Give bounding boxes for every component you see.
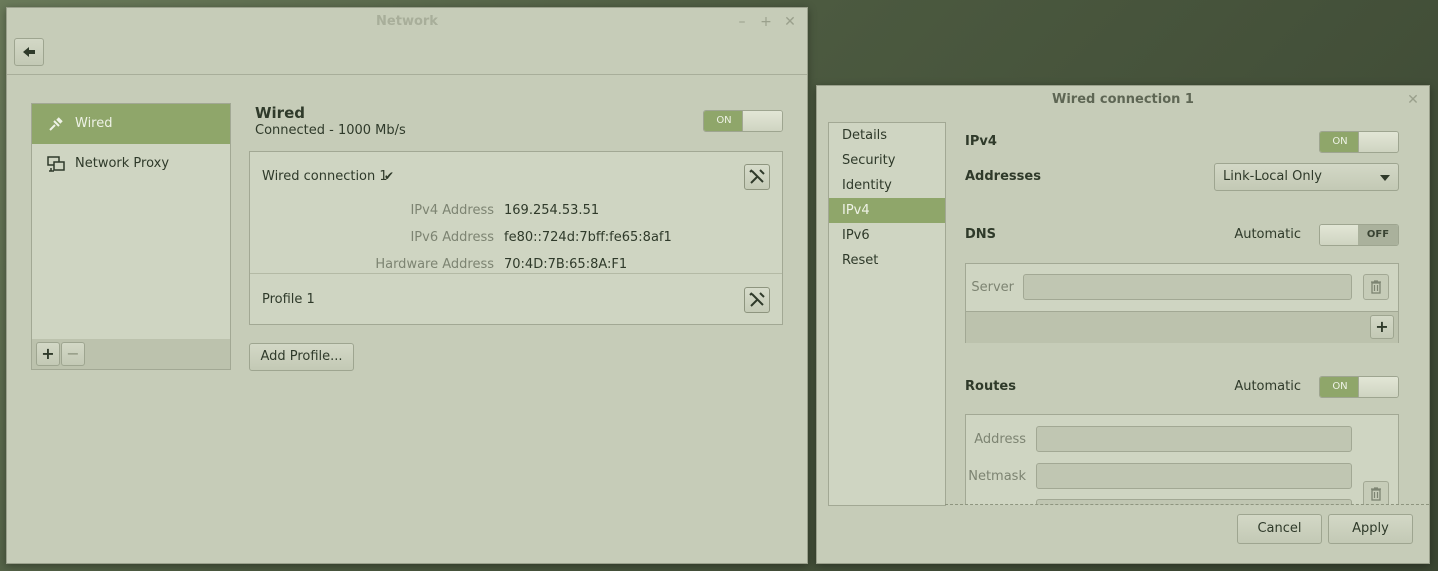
connection-name: Wired connection 1: [262, 169, 388, 184]
sidebar-item-wired[interactable]: Wired: [32, 104, 230, 144]
tools-icon: [749, 292, 765, 307]
dialog-nav: Details Security Identity IPv4 IPv6 Rese…: [828, 122, 946, 506]
toggle-on-label: ON: [1320, 132, 1360, 152]
trash-icon: [1371, 487, 1381, 501]
profile-name: Profile 1: [262, 292, 315, 307]
apply-button[interactable]: Apply: [1328, 514, 1413, 544]
route-address-label: Address: [974, 432, 1026, 447]
panel-divider: [250, 273, 782, 274]
routes-panel: Address Netmask: [965, 414, 1399, 505]
delete-server-button[interactable]: [1363, 274, 1389, 300]
ipv4-label: IPv4: [965, 134, 997, 149]
trash-icon: [1371, 280, 1381, 294]
active-check-icon: ✔: [384, 169, 395, 183]
dns-automatic-toggle[interactable]: OFF: [1319, 224, 1399, 246]
ipv4-address-label: IPv4 Address: [410, 203, 494, 218]
cancel-button[interactable]: Cancel: [1237, 514, 1322, 544]
nav-item-ipv6[interactable]: IPv6: [829, 223, 945, 248]
routes-label: Routes: [965, 379, 1016, 394]
network-proxy-icon: [46, 144, 66, 184]
remove-connection-button[interactable]: −: [61, 342, 85, 366]
toggle-knob: [1358, 377, 1398, 397]
toggle-off-label: OFF: [1358, 225, 1398, 245]
ipv4-address-value: 169.254.53.51: [504, 203, 600, 218]
route-address-input[interactable]: [1036, 426, 1352, 452]
addresses-dropdown[interactable]: Link-Local Only: [1214, 163, 1399, 191]
nav-item-details[interactable]: Details: [829, 123, 945, 148]
toggle-knob: [742, 111, 782, 131]
dns-server-panel: Server +: [965, 263, 1399, 343]
addresses-label: Addresses: [965, 169, 1041, 184]
wired-status: Connected - 1000 Mb/s: [255, 123, 406, 138]
header-bar: [7, 36, 807, 75]
dns-label: DNS: [965, 227, 997, 242]
wired-title: Wired: [255, 104, 305, 122]
dns-server-input[interactable]: [1023, 274, 1352, 300]
network-sidebar: Wired Network Proxy: [31, 103, 231, 341]
add-profile-button[interactable]: Add Profile...: [249, 343, 354, 371]
add-connection-button[interactable]: +: [36, 342, 60, 366]
route-netmask-label: Netmask: [968, 469, 1026, 484]
window-title: Network: [376, 14, 438, 29]
delete-route-button[interactable]: [1363, 481, 1389, 505]
minimize-button[interactable]: –: [733, 8, 751, 36]
connection-dialog: Wired connection 1 ✕ Details Security Id…: [816, 85, 1430, 564]
dns-toolbar: +: [966, 311, 1398, 343]
toggle-knob: [1320, 225, 1360, 245]
addresses-selected-value: Link-Local Only: [1223, 169, 1322, 184]
nav-item-ipv4[interactable]: IPv4: [829, 198, 945, 223]
chevron-down-icon: [1380, 175, 1390, 181]
connection-panel: Wired connection 1 ✔ IPv4 Address 169.25…: [249, 151, 783, 325]
nav-item-security[interactable]: Security: [829, 148, 945, 173]
dialog-title: Wired connection 1: [1052, 92, 1194, 107]
sidebar-item-label: Network Proxy: [75, 156, 170, 171]
tools-icon: [749, 169, 765, 184]
nav-item-identity[interactable]: Identity: [829, 173, 945, 198]
network-window: Network – + ✕ Wired Network Proxy + − Wi…: [6, 7, 808, 564]
route-netmask-input[interactable]: [1036, 463, 1352, 489]
back-arrow-icon: [23, 47, 35, 57]
profile-settings-button[interactable]: [744, 287, 770, 313]
ipv4-toggle[interactable]: ON: [1319, 131, 1399, 153]
scroll-edge: [945, 504, 1429, 505]
connection-settings-button[interactable]: [744, 164, 770, 190]
back-button[interactable]: [14, 38, 44, 66]
sidebar-toolbar: + −: [31, 339, 231, 370]
add-dns-server-button[interactable]: +: [1370, 315, 1394, 339]
ipv6-address-label: IPv6 Address: [410, 230, 494, 245]
close-button[interactable]: ✕: [781, 8, 799, 36]
routes-automatic-toggle[interactable]: ON: [1319, 376, 1399, 398]
sidebar-item-network-proxy[interactable]: Network Proxy: [32, 144, 230, 184]
toggle-on-label: ON: [1320, 377, 1360, 397]
wired-toggle[interactable]: ON: [703, 110, 783, 132]
maximize-button[interactable]: +: [757, 8, 775, 36]
dns-automatic-label: Automatic: [1234, 227, 1301, 242]
hardware-address-value: 70:4D:7B:65:8A:F1: [504, 257, 628, 272]
routes-automatic-label: Automatic: [1234, 379, 1301, 394]
nav-item-reset[interactable]: Reset: [829, 248, 945, 273]
wired-plug-icon: [46, 104, 66, 144]
sidebar-item-label: Wired: [75, 116, 113, 131]
server-label: Server: [971, 280, 1014, 295]
toggle-on-label: ON: [704, 111, 744, 131]
dialog-close-button[interactable]: ✕: [1404, 86, 1422, 114]
toggle-knob: [1358, 132, 1398, 152]
hardware-address-label: Hardware Address: [375, 257, 494, 272]
ipv6-address-value: fe80::724d:7bff:fe65:8af1: [504, 230, 672, 245]
